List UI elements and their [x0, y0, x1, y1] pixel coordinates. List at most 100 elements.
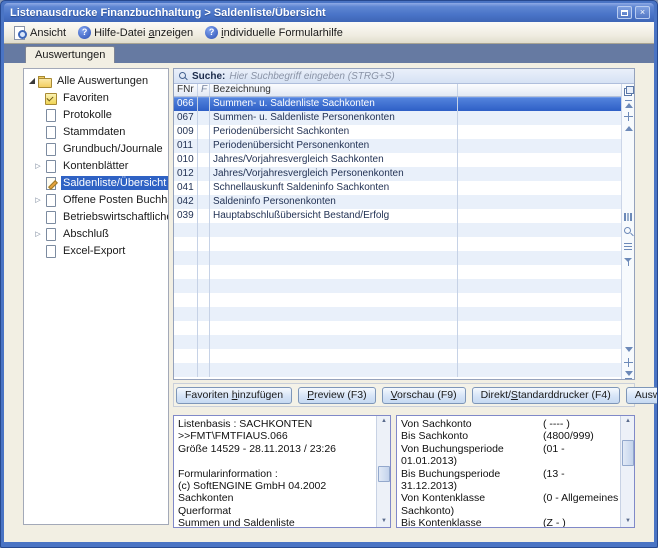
copy-icon[interactable]	[623, 85, 634, 96]
column-header-f[interactable]: F	[198, 84, 210, 96]
tree-item-icon	[44, 245, 57, 257]
table-row-empty[interactable]	[174, 321, 621, 335]
table-row[interactable]: 010 Jahres/Vorjahresvergleich Sachkonten	[174, 153, 621, 167]
column-header-filler	[458, 84, 621, 96]
info-line: Sachkonten	[178, 492, 376, 504]
table-row-empty[interactable]	[174, 237, 621, 251]
scroll-up-icon[interactable]: ▲	[622, 416, 634, 427]
scroll-bottom-icon[interactable]	[623, 369, 634, 380]
tree-expander-icon[interactable]	[32, 230, 44, 238]
selection-label: Bis Buchungsperiode	[401, 468, 543, 480]
table-row-empty[interactable]	[174, 363, 621, 377]
sort-icon[interactable]	[623, 241, 634, 252]
table-row-empty[interactable]	[174, 349, 621, 363]
scrollbar-thumb[interactable]	[622, 440, 634, 466]
title-bar: Listenausdrucke Finanzbuchhaltung > Sald…	[4, 3, 654, 22]
tree-item-label: Abschluß	[61, 227, 111, 241]
info-line: Größe 14529 - 28.11.2013 / 23:26	[178, 443, 376, 455]
tree-item[interactable]: Favoriten	[24, 89, 168, 106]
toolbar-button[interactable]: Ansicht	[7, 25, 71, 41]
scroll-down-icon[interactable]: ▼	[622, 516, 634, 527]
action-button[interactable]: Direkt/Standarddrucker (F4)	[472, 387, 620, 404]
cell-filler	[458, 167, 621, 181]
tree-item[interactable]: Excel-Export	[24, 242, 168, 259]
cell-f	[198, 139, 210, 153]
record-next-icon[interactable]	[623, 357, 634, 368]
cell-fnr: 067	[174, 111, 198, 125]
cell-bezeichnung: Schnellauskunft Saldeninfo Sachkonten	[210, 181, 458, 195]
tree-item[interactable]: Saldenliste/Übersicht	[24, 174, 168, 191]
table-row[interactable]: 041 Schnellauskunft Saldeninfo Sachkonte…	[174, 181, 621, 195]
tree-item[interactable]: Kontenblätter	[24, 157, 168, 174]
action-button[interactable]: Vorschau (F9)	[382, 387, 466, 404]
scroll-down-icon[interactable]: ▼	[378, 516, 390, 527]
tree-item-icon	[44, 228, 57, 240]
table-row[interactable]: 067 Summen- u. Saldenliste Personenkonte…	[174, 111, 621, 125]
selection-row: Von Sachkonto( ---- )	[401, 418, 620, 430]
cell-filler	[458, 153, 621, 167]
table-row-empty[interactable]	[174, 223, 621, 237]
restore-icon	[621, 10, 628, 16]
table-row-empty[interactable]	[174, 279, 621, 293]
table-row-empty[interactable]	[174, 335, 621, 349]
tree-item[interactable]: Protokolle	[24, 106, 168, 123]
tree-item[interactable]: Grundbuch/Journale	[24, 140, 168, 157]
search-input[interactable]: Hier Suchbegriff eingeben (STRG+S)	[229, 71, 394, 82]
scroll-up-icon[interactable]: ▲	[378, 416, 390, 427]
tab-auswertungen[interactable]: Auswertungen	[25, 46, 115, 63]
table-row-empty[interactable]	[174, 265, 621, 279]
toolbar-icon	[205, 26, 218, 39]
table-row-empty[interactable]	[174, 307, 621, 321]
tree-root-alle-auswertungen[interactable]: Alle Auswertungen	[24, 72, 168, 89]
scroll-down-icon[interactable]	[623, 345, 634, 356]
search-bar[interactable]: Suche: Hier Suchbegriff eingeben (STRG+S…	[174, 69, 634, 84]
zoom-icon[interactable]	[623, 226, 634, 237]
action-button[interactable]: Preview (F3)	[298, 387, 376, 404]
toolbar-button[interactable]: individuelle Formularhilfe	[200, 25, 348, 40]
scroll-up-icon[interactable]	[623, 123, 634, 134]
tree-item[interactable]: Offene Posten Buchhaltung	[24, 191, 168, 208]
table-row[interactable]: 039 Hauptabschlußübersicht Bestand/Erfol…	[174, 209, 621, 223]
tree-item[interactable]: Abschluß	[24, 225, 168, 242]
cell-bezeichnung: Periodenübersicht Personenkonten	[210, 139, 458, 153]
tree-expander-icon[interactable]	[26, 76, 38, 85]
table-row[interactable]: 012 Jahres/Vorjahresvergleich Personenko…	[174, 167, 621, 181]
restore-button[interactable]	[617, 6, 632, 19]
app-window: Listenausdrucke Finanzbuchhaltung > Sald…	[0, 0, 658, 548]
column-header-fnr[interactable]: FNr	[174, 84, 198, 96]
cell-fnr: 009	[174, 125, 198, 139]
close-button[interactable]: ×	[635, 6, 650, 19]
cell-fnr: 066	[174, 97, 198, 111]
search-icon	[178, 71, 188, 81]
table-row-empty[interactable]	[174, 293, 621, 307]
form-info-scrollbar[interactable]: ▲ ▼	[376, 416, 390, 527]
tree-expander-icon[interactable]	[32, 162, 44, 170]
cell-f	[198, 125, 210, 139]
action-button[interactable]: Favoriten hinzufügen	[176, 387, 292, 404]
actions-bar: Favoriten hinzufügen Preview (F3) Vorschau…	[173, 383, 635, 407]
selection-info-text: Von Sachkonto( ---- )Bis Sachkonto(4800/…	[397, 416, 620, 527]
cell-bezeichnung: Summen- u. Saldenliste Personenkonten	[210, 111, 458, 125]
tree-expander-icon[interactable]	[32, 196, 44, 204]
columns-icon[interactable]	[623, 211, 634, 222]
table-header: FNr F Bezeichnung	[174, 84, 621, 97]
tree-item[interactable]: Stammdaten	[24, 123, 168, 140]
record-prev-icon[interactable]	[623, 111, 634, 122]
selection-label: Bis Sachkonto	[401, 430, 543, 442]
table-row[interactable]: 042 Saldeninfo Personenkonten	[174, 195, 621, 209]
table-row[interactable]: 011 Periodenübersicht Personenkonten	[174, 139, 621, 153]
column-header-bezeichnung[interactable]: Bezeichnung	[210, 84, 458, 96]
table-row[interactable]: 009 Periodenübersicht Sachkonten	[174, 125, 621, 139]
table-row-empty[interactable]	[174, 251, 621, 265]
action-button[interactable]: Auswertung drucken	[626, 387, 658, 404]
filter-icon[interactable]	[623, 256, 634, 267]
tree-item[interactable]: Betriebswirtschaftliche Auswertungen	[24, 208, 168, 225]
tree-item-icon	[44, 126, 57, 138]
scroll-top-icon[interactable]	[623, 99, 634, 110]
toolbar-button[interactable]: Hilfe-Datei anzeigen	[73, 25, 198, 40]
selection-info-scrollbar[interactable]: ▲ ▼	[620, 416, 634, 527]
cell-filler	[458, 97, 621, 111]
scrollbar-thumb[interactable]	[378, 466, 390, 482]
table-row[interactable]: 066 Summen- u. Saldenliste Sachkonten	[174, 97, 621, 111]
cell-filler	[458, 209, 621, 223]
